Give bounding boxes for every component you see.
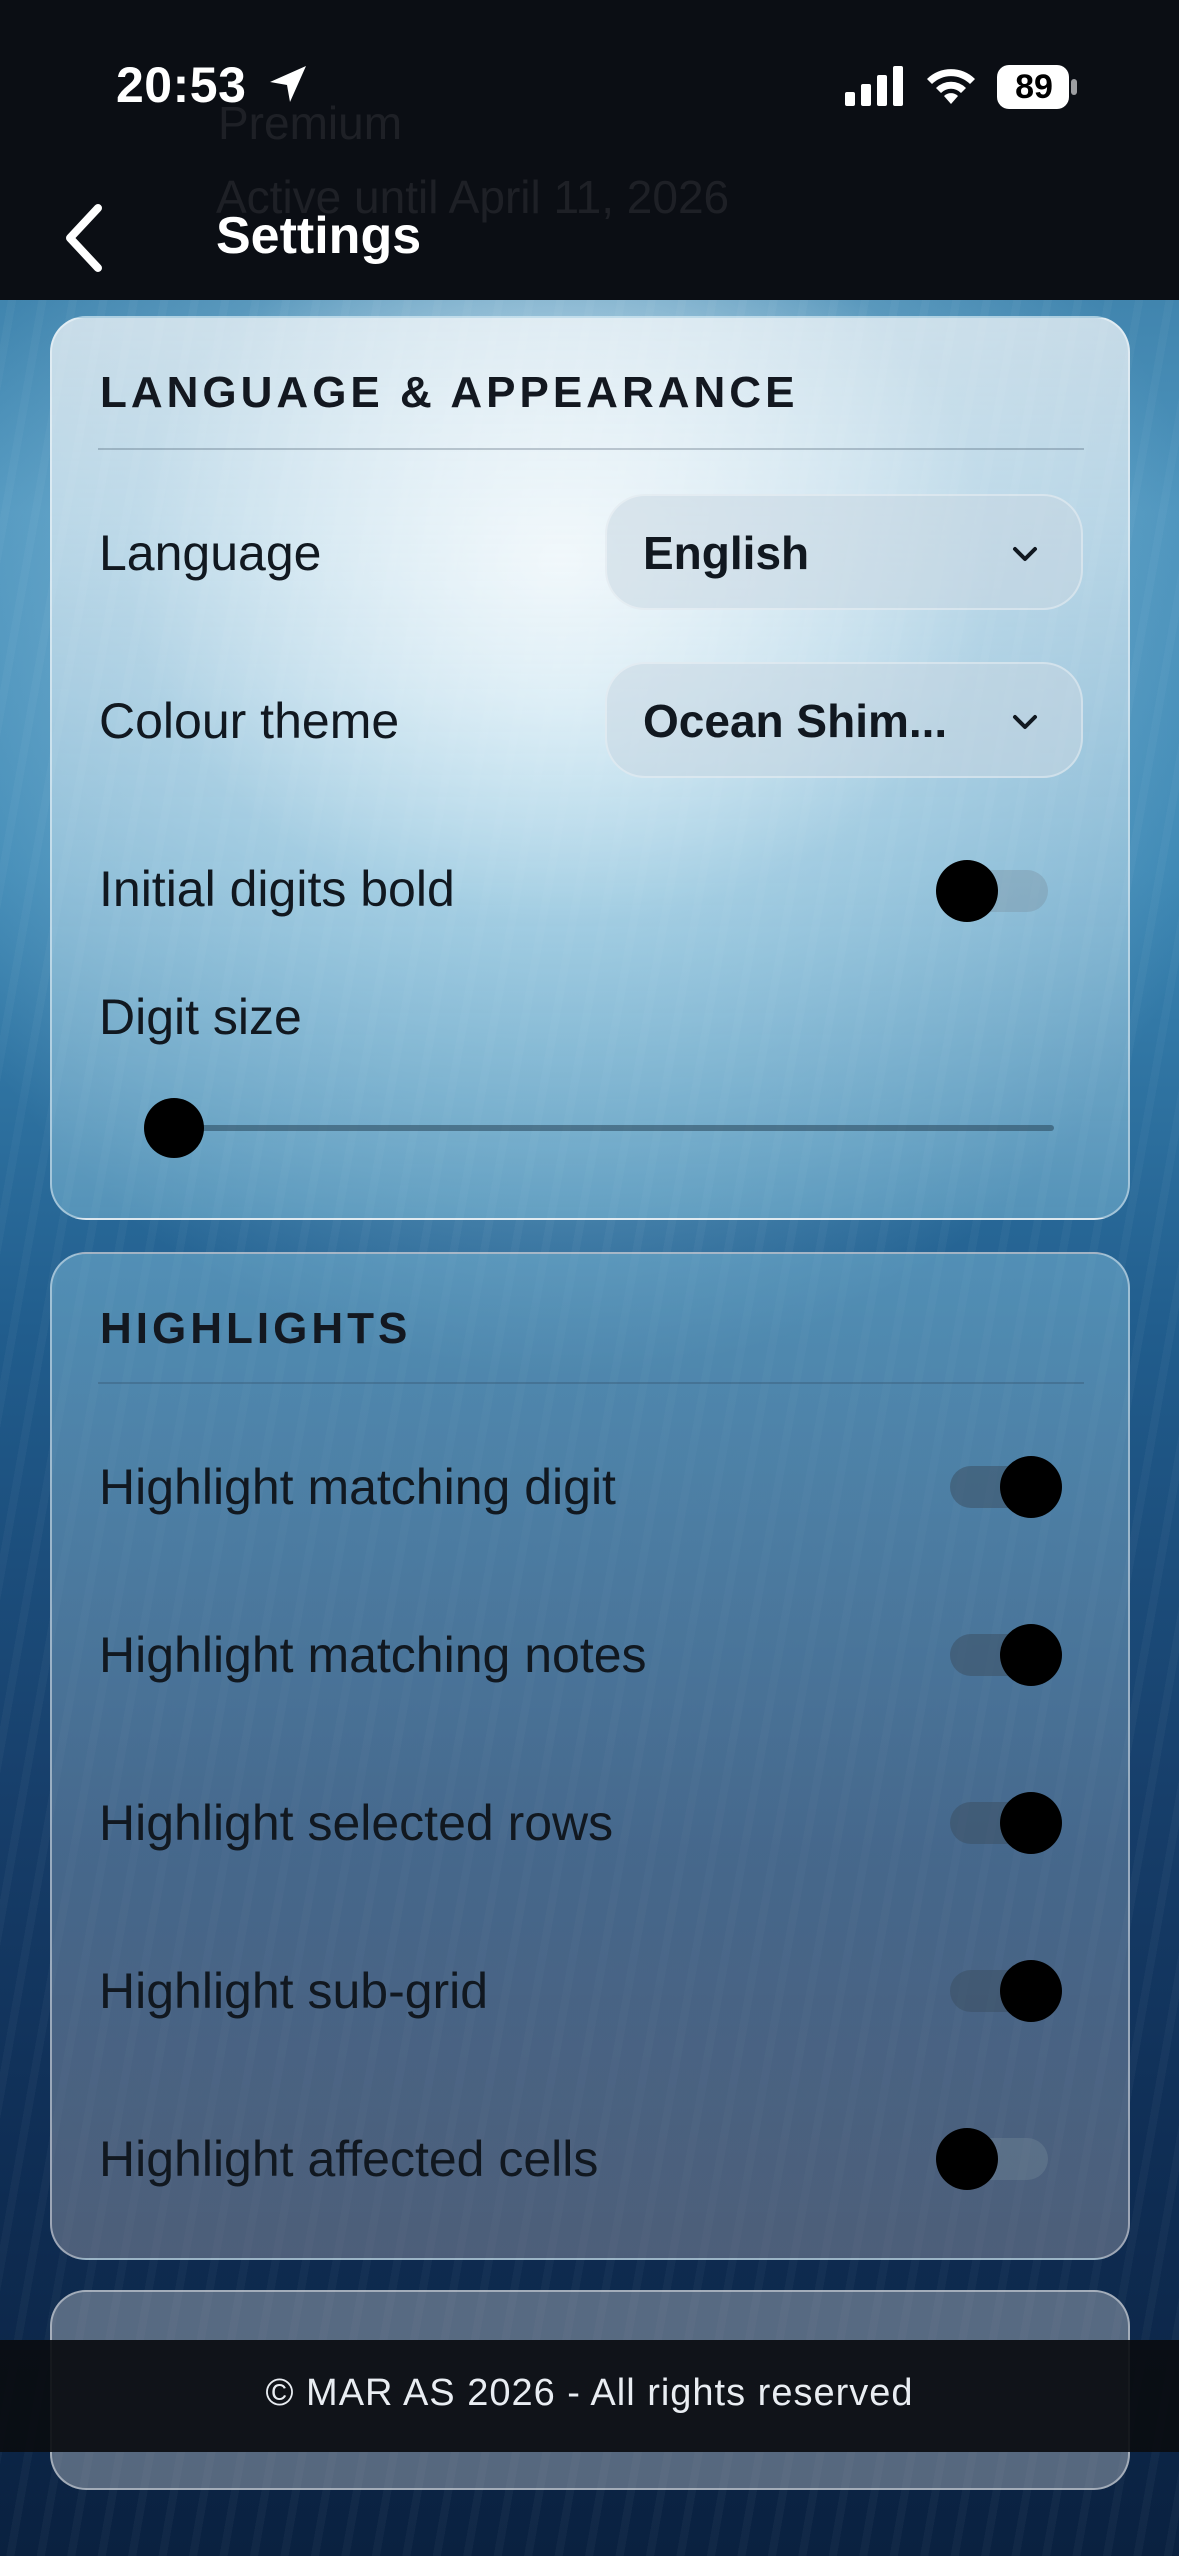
- digit-size-slider[interactable]: [144, 1088, 1064, 1168]
- toggle-knob: [1000, 1960, 1062, 2022]
- highlight-matching-digit-label: Highlight matching digit: [99, 1459, 616, 1515]
- chevron-down-icon: [1013, 715, 1037, 729]
- colour-theme-label: Colour theme: [99, 693, 400, 749]
- highlight-selected-rows-toggle[interactable]: [944, 1782, 1064, 1862]
- toggle-knob: [1000, 1456, 1062, 1518]
- chevron-left-icon[interactable]: [58, 200, 112, 276]
- colour-theme-dropdown-value: Ocean Shim...: [643, 695, 948, 747]
- digit-size-label: Digit size: [99, 989, 302, 1045]
- colour-theme-dropdown[interactable]: Ocean Shim...: [605, 662, 1083, 778]
- toggle-knob: [936, 860, 998, 922]
- toggle-knob: [1000, 1792, 1062, 1854]
- page-title: Settings: [216, 207, 422, 265]
- highlight-selected-rows-label: Highlight selected rows: [99, 1795, 614, 1851]
- battery-level: 89: [1015, 68, 1053, 106]
- initial-digits-bold-toggle[interactable]: [936, 850, 1056, 930]
- wifi-icon: [927, 69, 975, 104]
- highlight-sub-grid-toggle[interactable]: [944, 1950, 1064, 2030]
- ghost-premium-title: Premium: [218, 97, 403, 149]
- copyright-text: © MAR AS 2026 - All rights reserved: [265, 2372, 914, 2414]
- highlight-affected-cells-label: Highlight affected cells: [99, 2131, 599, 2187]
- language-appearance-card: LANGUAGE & APPEARANCE Language English C…: [50, 316, 1130, 1220]
- slider-knob[interactable]: [144, 1098, 204, 1158]
- cellular-signal-icon: [845, 66, 903, 106]
- toggle-knob: [936, 2128, 998, 2190]
- section-divider: [98, 448, 1084, 450]
- highlight-sub-grid-label: Highlight sub-grid: [99, 1963, 489, 2019]
- slider-track: [174, 1125, 1054, 1131]
- highlight-affected-cells-toggle[interactable]: [936, 2118, 1056, 2198]
- footer: © MAR AS 2026 - All rights reserved: [0, 2340, 1179, 2452]
- highlight-matching-digit-toggle[interactable]: [944, 1446, 1064, 1526]
- initial-digits-bold-label: Initial digits bold: [99, 861, 455, 917]
- highlights-card: HIGHLIGHTS Highlight matching digit High…: [50, 1252, 1130, 2260]
- chevron-down-icon: [1013, 547, 1037, 561]
- language-dropdown[interactable]: English: [605, 494, 1083, 610]
- nav-header: Active until April 11, 2026: [0, 170, 1179, 300]
- language-dropdown-value: English: [643, 527, 810, 579]
- section-divider: [98, 1382, 1084, 1384]
- section-title-highlights: HIGHLIGHTS: [100, 1304, 412, 1353]
- toggle-knob: [1000, 1624, 1062, 1686]
- status-bar: 20:53 89 Premium: [0, 0, 1179, 170]
- section-title-language-appearance: LANGUAGE & APPEARANCE: [100, 368, 799, 417]
- highlight-matching-notes-label: Highlight matching notes: [99, 1627, 647, 1683]
- language-label: Language: [99, 525, 322, 581]
- highlight-matching-notes-toggle[interactable]: [944, 1614, 1064, 1694]
